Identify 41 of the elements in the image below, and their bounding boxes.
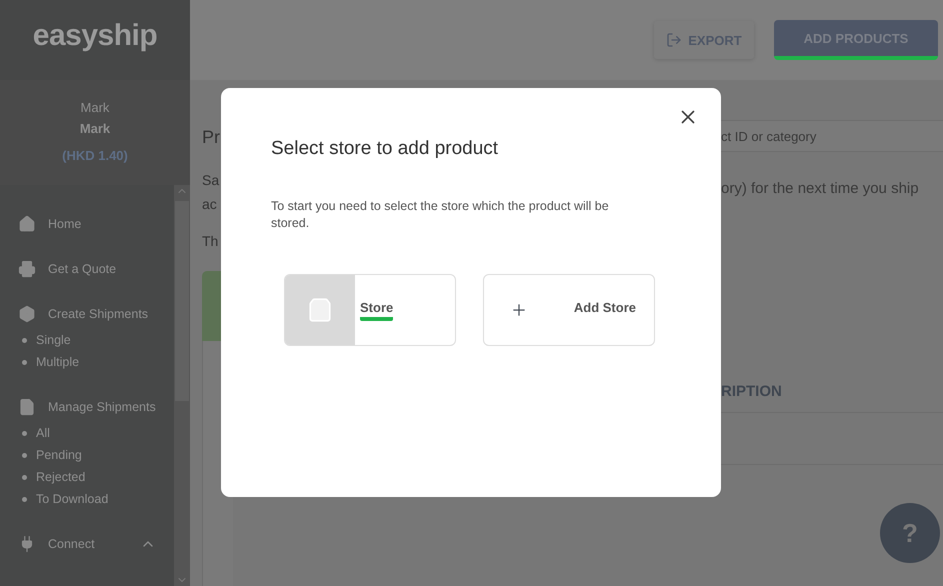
add-store-label: Add Store — [574, 300, 636, 316]
nav-sublink[interactable]: Single — [36, 328, 71, 352]
nav-link[interactable]: Manage Shipments — [48, 394, 156, 420]
scrollbar[interactable] — [174, 185, 190, 586]
nav-sublink[interactable]: Multiple — [36, 350, 80, 374]
page-text: Sa — [202, 171, 220, 190]
nav-sublink[interactable]: Rejected — [36, 464, 86, 490]
store-label: Store — [360, 300, 394, 320]
bullet-icon — [22, 360, 27, 364]
export-icon — [666, 32, 682, 48]
dialog-text: To start you need to select the store which the product will be stored. — [271, 198, 610, 232]
nav-link[interactable]: Connect — [48, 532, 95, 556]
nav-sublink[interactable]: All — [36, 420, 50, 446]
home-icon — [18, 215, 36, 233]
nav-link[interactable]: Get a Quote — [48, 256, 116, 282]
logo: easyship — [32, 19, 158, 53]
cube-icon — [18, 305, 36, 323]
bullet-icon — [22, 474, 27, 480]
printer-icon — [18, 260, 36, 278]
bullet-icon — [22, 496, 27, 502]
company-name: Mark — [80, 121, 110, 136]
page-text: Th — [202, 232, 220, 251]
dialog-title: Select store to add product — [271, 138, 500, 160]
nav-sublink[interactable]: To Download — [36, 486, 108, 512]
balance: (HKD 1.40) — [62, 148, 128, 163]
nav-link[interactable]: Home — [48, 212, 82, 236]
nav-link[interactable]: Create Shipments — [48, 302, 148, 326]
bullet-icon — [22, 430, 27, 436]
page-title: Pr — [202, 126, 221, 148]
help-button[interactable]: ? — [880, 503, 940, 563]
search-field[interactable]: ct ID or category — [721, 120, 943, 152]
document-icon — [18, 398, 36, 416]
scroll-thumb[interactable] — [175, 201, 189, 401]
user-name: Mark — [80, 100, 110, 115]
add-store-card[interactable]: Add Store — [483, 274, 655, 346]
store-card[interactable]: Store — [284, 274, 456, 346]
bullet-icon — [22, 338, 27, 342]
bullet-icon — [22, 452, 27, 458]
nav-sublink[interactable]: Pending — [36, 442, 82, 468]
page-text: ory) for the next time you ship — [721, 180, 920, 197]
page-text: ac — [202, 195, 218, 214]
